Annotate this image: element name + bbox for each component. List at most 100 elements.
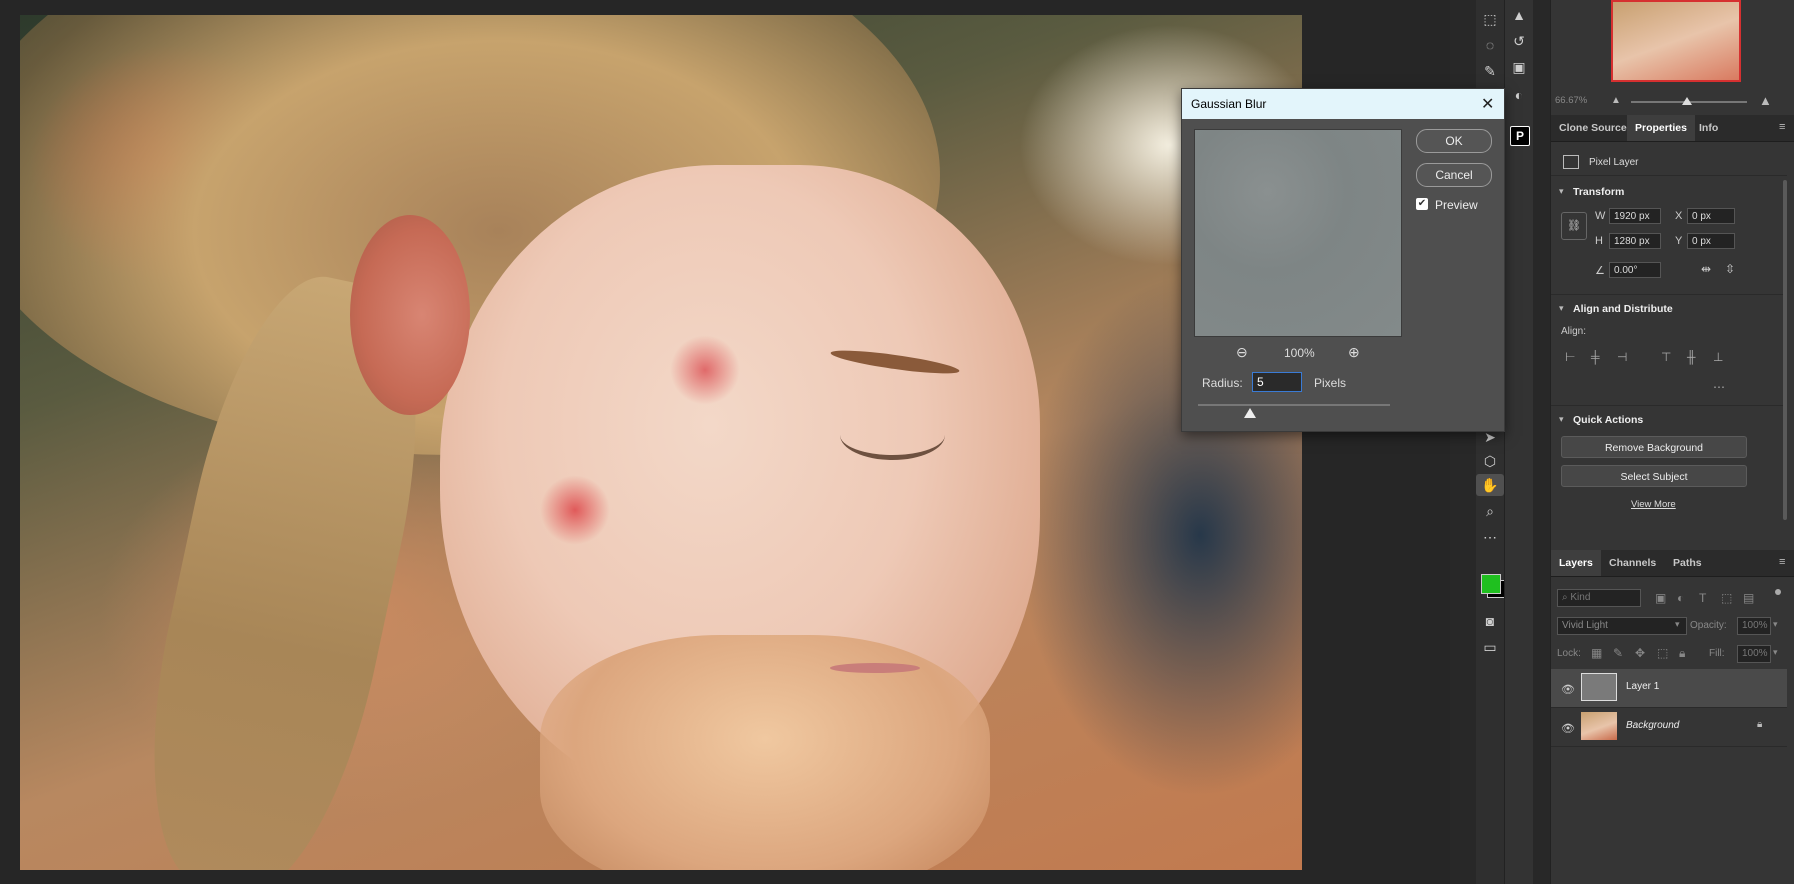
transform-collapse-icon[interactable]: ▾ [1559,186,1564,197]
dialog-title: Gaussian Blur [1191,97,1267,111]
filter-smart-object-icon[interactable]: ▤ [1743,591,1754,605]
fill-chevron-icon[interactable]: ▾ [1773,647,1778,658]
layer-thumbnail [1581,712,1617,740]
width-field[interactable]: 1920 px [1609,208,1661,224]
shape-tool-icon[interactable]: ⬡ [1476,450,1504,472]
align-bottom-icon[interactable]: ⊥ [1713,350,1723,364]
radius-slider-track[interactable] [1198,404,1390,406]
panel-menu-icon[interactable]: ≡ [1779,121,1785,133]
visibility-eye-icon[interactable]: 👁︎ [1561,683,1575,696]
zoom-tool-icon[interactable]: ⌕ [1476,500,1504,522]
x-field[interactable]: 0 px [1687,208,1735,224]
more-tools-icon[interactable]: ⋯ [1476,526,1504,548]
opacity-chevron-icon[interactable]: ▾ [1773,619,1778,630]
quick-select-icon[interactable]: ✎ [1476,60,1504,82]
align-title: Align and Distribute [1573,303,1673,315]
flip-horizontal-icon[interactable]: ⇹ [1701,262,1711,276]
lock-position-icon[interactable]: ✥ [1635,646,1645,660]
align-top-icon[interactable]: ⊤ [1661,350,1671,364]
radius-input[interactable]: 5 [1252,372,1302,392]
height-field[interactable]: 1280 px [1609,233,1661,249]
tab-paths[interactable]: Paths [1665,550,1710,576]
histogram-icon[interactable]: ▲ [1505,4,1533,26]
lock-image-icon[interactable]: ✎ [1613,646,1623,660]
remove-background-button[interactable]: Remove Background [1561,436,1747,458]
angle-field[interactable]: 0.00° [1609,262,1661,278]
filter-kind-label: Kind [1570,592,1591,603]
layer-row[interactable]: 👁︎ Background 🔒︎ [1551,708,1787,747]
layer-lock-icon: 🔒︎ [1757,719,1763,730]
preview-checkbox[interactable]: ✔ [1416,198,1428,210]
layer-kind-label: Pixel Layer [1589,157,1639,168]
layer-filter-kind[interactable]: ⌕ Kind [1557,589,1641,607]
layers-menu-icon[interactable]: ≡ [1779,556,1785,568]
transform-title: Transform [1573,186,1625,198]
opacity-field[interactable]: 100% [1737,617,1771,635]
lasso-tool-icon[interactable]: ◌ [1476,34,1504,56]
navigator-slider-handle[interactable] [1682,97,1692,105]
marquee-tool-icon[interactable]: ⬚ [1476,8,1504,30]
flip-vertical-icon[interactable]: ⇳ [1725,262,1735,276]
lock-all-icon[interactable]: 🔒︎ [1679,646,1685,661]
filter-type-icon[interactable]: T [1699,591,1706,605]
filter-toggle-icon[interactable] [1775,589,1781,595]
properties-scrollbar[interactable] [1783,180,1787,520]
layer-name[interactable]: Background [1626,720,1679,731]
navigator-thumbnail[interactable] [1611,0,1741,82]
radius-slider-handle[interactable] [1243,408,1256,418]
preview-zoom-level: 100% [1284,346,1315,360]
filter-pixel-icon[interactable]: ▣ [1655,591,1666,605]
y-field[interactable]: 0 px [1687,233,1735,249]
visibility-eye-icon[interactable]: 👁︎ [1561,722,1575,735]
select-subject-button[interactable]: Select Subject [1561,465,1747,487]
align-label: Align: [1561,326,1587,337]
zoom-in-icon[interactable]: ▲ [1759,93,1772,108]
view-more-link[interactable]: View More [1631,499,1676,510]
blur-preview-pane[interactable] [1194,129,1402,337]
lock-label: Lock: [1557,648,1581,659]
tab-channels[interactable]: Channels [1601,550,1664,576]
preview-zoom-out-icon[interactable]: ⊖ [1236,344,1248,361]
layer-row[interactable]: 👁︎ Layer 1 [1551,669,1787,708]
close-icon[interactable]: ✕ [1481,94,1494,114]
link-dimensions-icon[interactable]: ⛓ [1561,212,1587,240]
preview-label: Preview [1435,198,1478,212]
layer-name[interactable]: Layer 1 [1626,681,1659,692]
dialog-title-bar[interactable]: Gaussian Blur ✕ [1182,89,1504,119]
more-align-icon[interactable]: ⋯ [1713,380,1725,394]
foreground-color-fill[interactable] [1481,574,1501,594]
align-left-icon[interactable]: ⊢ [1565,350,1575,364]
tab-layers[interactable]: Layers [1551,550,1601,576]
tab-info[interactable]: Info [1691,115,1726,141]
navigator-zoom[interactable]: 66.67% [1555,95,1587,106]
photo-image [20,15,1302,870]
zoom-out-icon[interactable]: ▲ [1611,95,1621,106]
tab-clone-source[interactable]: Clone Source [1551,115,1635,141]
cancel-button[interactable]: Cancel [1416,163,1492,187]
angle-icon: ∠ [1595,265,1605,277]
lock-transparent-icon[interactable]: ▦ [1591,646,1602,660]
align-collapse-icon[interactable]: ▾ [1559,303,1564,314]
align-right-icon[interactable]: ⊣ [1617,350,1627,364]
filter-adjustment-icon[interactable]: ◐ [1677,591,1684,605]
adjustments-icon[interactable]: ▣ [1505,56,1533,78]
width-label: W [1595,210,1606,222]
blend-mode-select[interactable]: Vivid Light [1557,617,1687,635]
history-icon[interactable]: ↺ [1505,30,1533,52]
quick-mask-icon[interactable]: ◙ [1476,610,1504,632]
plugin-icon[interactable]: P [1510,126,1530,146]
align-middle-v-icon[interactable]: ╫ [1687,350,1696,364]
right-panel: 66.67% ▲ ▲ Clone Source Properties Info … [1550,0,1794,884]
hand-tool-icon[interactable]: ✋ [1476,474,1504,496]
fill-field[interactable]: 100% [1737,645,1771,663]
align-center-h-icon[interactable]: ╪ [1591,350,1600,364]
tab-properties[interactable]: Properties [1627,115,1695,141]
ok-button[interactable]: OK [1416,129,1492,153]
properties-tabs: Clone Source Properties Info ≡ [1551,115,1794,142]
preview-zoom-in-icon[interactable]: ⊕ [1348,344,1360,361]
lock-artboard-icon[interactable]: ⬚ [1657,646,1668,660]
quick-actions-collapse-icon[interactable]: ▾ [1559,414,1564,425]
color-icon[interactable]: ◐ [1505,84,1533,106]
filter-shape-icon[interactable]: ⬚ [1721,591,1732,605]
screen-mode-icon[interactable]: ▭ [1476,636,1504,658]
